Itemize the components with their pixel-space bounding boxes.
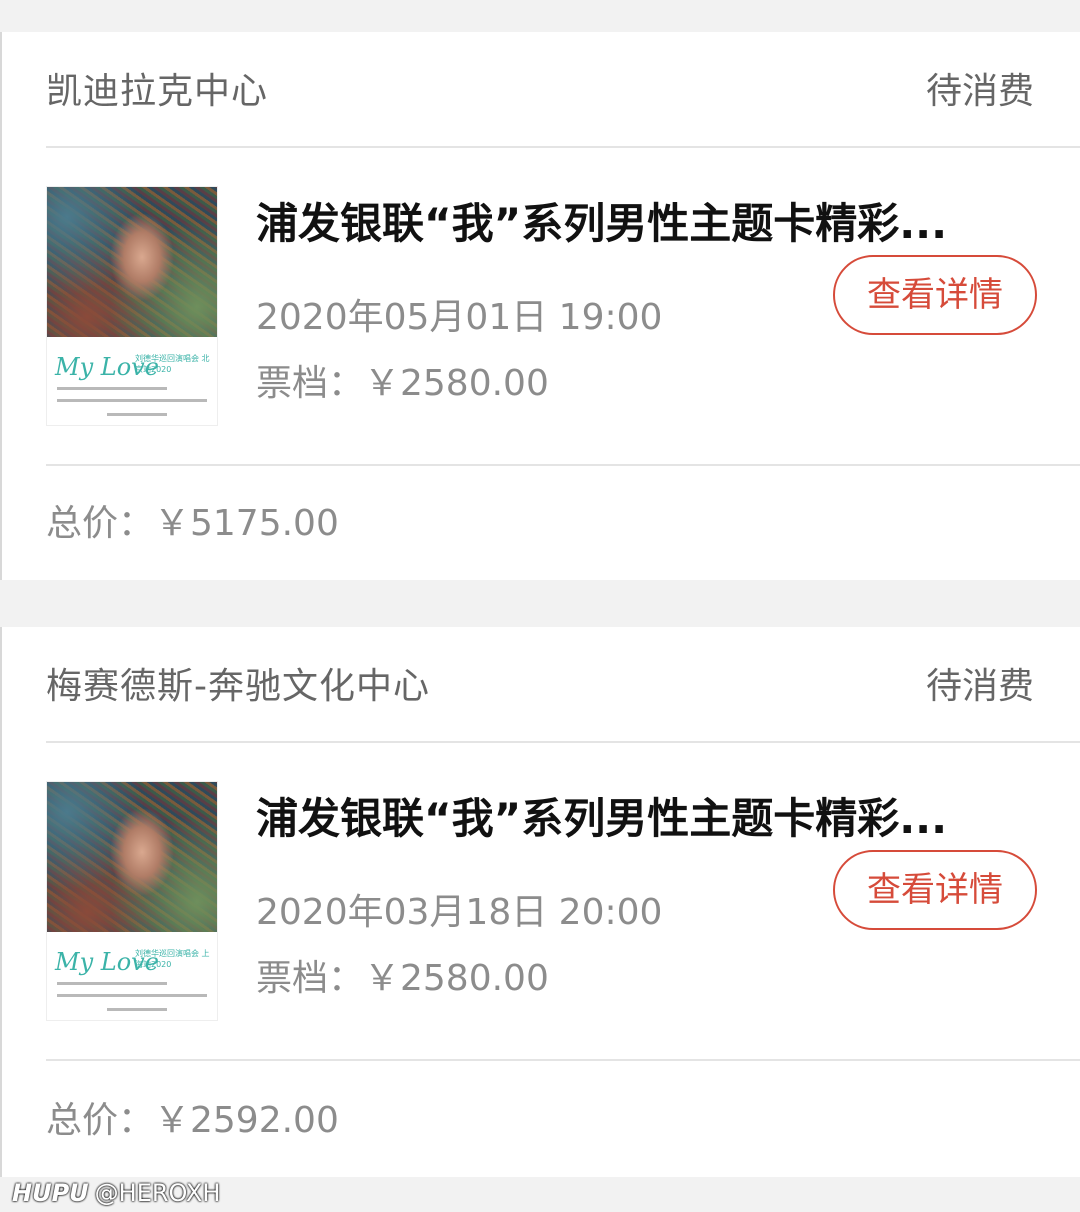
divider <box>46 1059 1080 1061</box>
portrait-painting <box>47 187 217 337</box>
top-spacer <box>0 0 1080 32</box>
poster-subtitle: 刘德华巡回演唱会 上海站2020 <box>135 949 210 969</box>
total-price: 总价：￥2592.00 <box>46 1100 339 1141</box>
divider <box>46 741 1080 743</box>
poster-info-line <box>57 399 207 402</box>
ticket-tier: 票档：￥2580.00 <box>256 958 549 999</box>
divider <box>46 464 1080 466</box>
view-details-button[interactable]: 查看详情 <box>833 850 1037 930</box>
event-datetime: 2020年03月18日 20:00 <box>256 892 663 933</box>
poster-date <box>57 982 167 985</box>
view-details-button[interactable]: 查看详情 <box>833 255 1037 335</box>
watermark-handle: @HEROXH <box>94 1179 221 1207</box>
order-card[interactable]: 凯迪拉克中心 待消费 My Love 刘德华巡回演唱会 北京站2020 浦发银联… <box>0 32 1080 580</box>
ticket-tier: 票档：￥2580.00 <box>256 363 549 404</box>
poster-sponsor-line <box>107 413 167 416</box>
card-gap <box>0 580 1080 627</box>
total-price: 总价：￥5175.00 <box>46 503 339 544</box>
event-poster-image[interactable]: My Love 刘德华巡回演唱会 上海站2020 <box>46 781 218 1021</box>
watermark: HUPU @HEROXH <box>12 1178 220 1208</box>
event-title[interactable]: 浦发银联“我”系列男性主题卡精彩... <box>256 791 1016 847</box>
poster-info-line <box>57 994 207 997</box>
order-card[interactable]: 梅赛德斯-奔驰文化中心 待消费 My Love 刘德华巡回演唱会 上海站2020… <box>0 627 1080 1177</box>
poster-date <box>57 387 167 390</box>
poster-sponsor-line <box>107 1008 167 1011</box>
portrait-painting <box>47 782 217 932</box>
order-status: 待消费 <box>925 666 1034 707</box>
venue-name: 凯迪拉克中心 <box>46 71 269 112</box>
event-title[interactable]: 浦发银联“我”系列男性主题卡精彩... <box>256 196 1016 252</box>
order-status: 待消费 <box>925 71 1034 112</box>
divider <box>46 146 1080 148</box>
venue-name: 梅赛德斯-奔驰文化中心 <box>46 666 430 707</box>
hupu-logo: HUPU <box>12 1179 89 1207</box>
poster-subtitle: 刘德华巡回演唱会 北京站2020 <box>135 354 210 374</box>
event-poster-image[interactable]: My Love 刘德华巡回演唱会 北京站2020 <box>46 186 218 426</box>
event-datetime: 2020年05月01日 19:00 <box>256 297 663 338</box>
